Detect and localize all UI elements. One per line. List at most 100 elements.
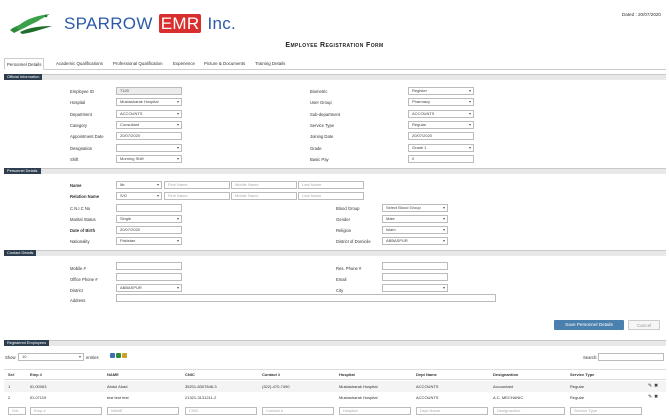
- category-select[interactable]: Consultant: [116, 121, 182, 129]
- mobile-input[interactable]: [116, 262, 182, 270]
- filter-input[interactable]: Service Type: [570, 407, 642, 415]
- relation-middle-name-input[interactable]: Middle Name: [231, 192, 297, 200]
- employee-id-field[interactable]: 7120: [116, 87, 182, 95]
- edit-icon[interactable]: ✎: [648, 394, 652, 400]
- last-name-input[interactable]: Last Name: [298, 181, 364, 189]
- relation-first-name-input[interactable]: First Name: [164, 192, 230, 200]
- filter-input[interactable]: Emp #: [30, 407, 102, 415]
- tab-training-details[interactable]: Training Details: [253, 58, 287, 70]
- save-personnel-details-button[interactable]: Save Personnel Details: [554, 320, 624, 330]
- relation-title-select[interactable]: S/O: [116, 192, 162, 200]
- col-name[interactable]: NAME: [107, 372, 119, 377]
- gender-select[interactable]: Male: [382, 215, 448, 223]
- sub-department-select[interactable]: ACCOUNTS: [408, 110, 474, 118]
- row-cell: A.C. MECHANIC: [493, 395, 524, 400]
- filter-input[interactable]: Sr#: [8, 407, 26, 415]
- col-sr[interactable]: Sr#: [8, 372, 14, 377]
- hospital-select[interactable]: Mustasharak Hospital: [116, 98, 182, 106]
- dob-field[interactable]: 20/07/2020: [116, 226, 182, 234]
- dated-label: Dated : 20/07/2020: [621, 12, 661, 17]
- address-input[interactable]: [116, 294, 496, 302]
- domicile-select[interactable]: ABBASPUR: [382, 237, 448, 245]
- name-title-select[interactable]: Mr.: [116, 181, 162, 189]
- city-select[interactable]: [382, 284, 448, 292]
- col-cnic[interactable]: CNIC: [185, 372, 195, 377]
- office-phone-input[interactable]: [116, 273, 182, 281]
- row-cell: ID-07119: [30, 395, 47, 400]
- word-export-icon[interactable]: [110, 353, 115, 358]
- col-designation[interactable]: Designantion: [493, 372, 518, 377]
- biometric-label: Biometric: [310, 89, 328, 94]
- search-input[interactable]: [598, 353, 664, 361]
- designation-select[interactable]: [116, 144, 182, 152]
- row-cell: 35201-8307848-3: [185, 384, 217, 389]
- filter-input[interactable]: Contact #: [262, 407, 334, 415]
- delete-icon[interactable]: ✖: [654, 383, 658, 389]
- excel-export-icon[interactable]: [116, 353, 121, 358]
- row-cell: Accountant: [493, 384, 514, 389]
- biometric-select[interactable]: Register: [408, 87, 474, 95]
- personnel-details-label: Personnel Details: [4, 168, 41, 174]
- row-cell: Mustasharak Hospital: [339, 384, 378, 389]
- col-emp[interactable]: Emp #: [30, 372, 42, 377]
- tab-professional-qualification[interactable]: Professional Qualification: [111, 58, 165, 70]
- csv-export-icon[interactable]: [122, 353, 127, 358]
- row-cell: Regular: [570, 384, 585, 389]
- search-label: Search:: [583, 355, 598, 360]
- cnic-input[interactable]: [116, 204, 182, 212]
- edit-icon[interactable]: ✎: [648, 383, 652, 389]
- filter-input[interactable]: CNIC: [185, 407, 257, 415]
- res-phone-input[interactable]: [382, 262, 448, 270]
- registered-employees-bar: Registered Employees: [4, 340, 666, 346]
- middle-name-input[interactable]: Middle Name: [231, 181, 297, 189]
- user-group-select[interactable]: Pharmacy: [408, 98, 474, 106]
- grade-select[interactable]: Grade 1: [408, 144, 474, 152]
- service-type-select[interactable]: Regular: [408, 121, 474, 129]
- district-select[interactable]: ABBASPUR: [116, 284, 182, 292]
- row-cell: Abdul Ahad: [107, 384, 128, 389]
- col-contact[interactable]: Contact #: [262, 372, 280, 377]
- col-hospital[interactable]: Hospital: [339, 372, 355, 377]
- cancel-button[interactable]: Cancel: [628, 320, 660, 330]
- joining-date-label: Joining Date: [310, 134, 334, 139]
- domicile-label: District of Domicile: [336, 239, 371, 244]
- first-name-input[interactable]: First Name: [164, 181, 230, 189]
- gender-label: Gender: [336, 217, 350, 222]
- entries-label: entries: [86, 355, 99, 360]
- basic-pay-field[interactable]: 0: [408, 155, 474, 163]
- tab-academic-qualifications[interactable]: Academic Qualifications: [54, 58, 105, 70]
- tab-picture-documents[interactable]: Picture & Documents: [202, 58, 247, 70]
- col-service-type[interactable]: Service Type: [570, 372, 594, 377]
- table-row: [4, 392, 666, 403]
- tab-bar: Personnel Details Academic Qualification…: [4, 58, 666, 70]
- blood-group-select[interactable]: Select Blood Group: [382, 204, 448, 212]
- joining-date-field[interactable]: 20/07/2020: [408, 132, 474, 140]
- blood-group-label: Blood Group: [336, 206, 360, 211]
- filter-input[interactable]: Dept Name: [416, 407, 488, 415]
- filter-input[interactable]: NAME: [107, 407, 179, 415]
- shift-select[interactable]: Morning Shift: [116, 155, 182, 163]
- tab-experience[interactable]: Experience: [171, 58, 197, 70]
- user-group-label: User Group: [310, 100, 332, 105]
- hospital-label: Hospital: [70, 100, 86, 105]
- official-information-bar: Official Information: [4, 74, 666, 80]
- nationality-label: Nationality: [70, 239, 90, 244]
- religion-select[interactable]: Islam: [382, 226, 448, 234]
- logo: SPARROW EMR Inc.: [6, 8, 236, 36]
- col-dept-name[interactable]: Dept Name: [416, 372, 437, 377]
- filter-input[interactable]: Hospital: [339, 407, 411, 415]
- name-label: Name: [70, 183, 82, 188]
- relation-last-name-input[interactable]: Last Name: [298, 192, 364, 200]
- sub-department-label: Sub-department: [310, 112, 341, 117]
- page-size-select[interactable]: 10: [18, 353, 84, 361]
- filter-input[interactable]: Designantion: [493, 407, 565, 415]
- email-input[interactable]: [382, 273, 448, 281]
- nationality-select[interactable]: Pakistan: [116, 237, 182, 245]
- department-select[interactable]: ACCOUNTS: [116, 110, 182, 118]
- marital-status-select[interactable]: Single: [116, 215, 182, 223]
- tab-personnel-details[interactable]: Personnel Details: [4, 58, 45, 70]
- basic-pay-label: Basic Pay: [310, 157, 329, 162]
- table-row: [4, 381, 666, 392]
- appointment-date-field[interactable]: 20/07/2020: [116, 132, 182, 140]
- delete-icon[interactable]: ✖: [654, 394, 658, 400]
